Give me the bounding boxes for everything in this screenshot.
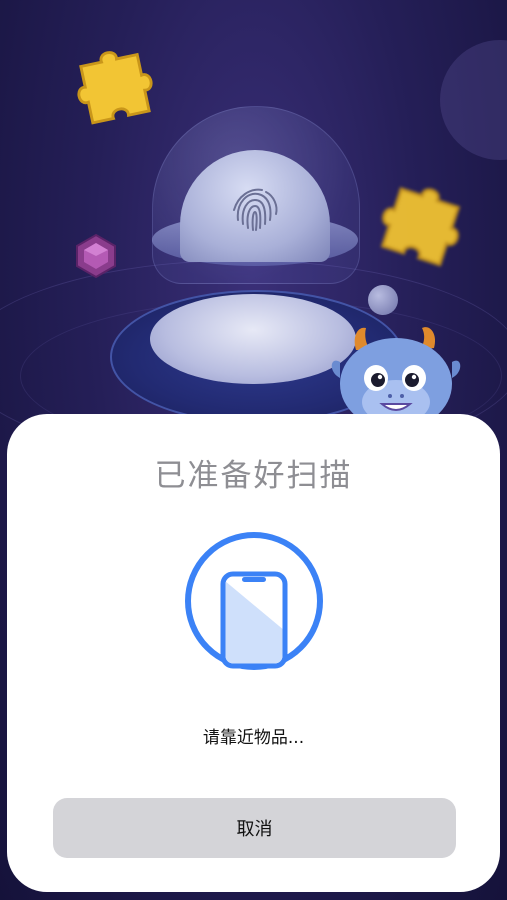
background-glow: [440, 40, 507, 160]
puzzle-piece-icon: [77, 51, 153, 125]
phone-scan-icon: [185, 532, 323, 670]
sheet-title: 已准备好扫描: [154, 458, 353, 494]
puzzle-piece-icon: [380, 187, 461, 267]
fingerprint-icon: [233, 188, 278, 231]
gem-icon: [76, 233, 116, 279]
floating-ball: [368, 285, 398, 315]
nfc-scan-screen: 已准备好扫描 请靠近物品... 取消: [0, 0, 507, 900]
scan-status-text: 请靠近物品...: [202, 728, 305, 748]
cancel-button[interactable]: 取消: [53, 798, 456, 858]
